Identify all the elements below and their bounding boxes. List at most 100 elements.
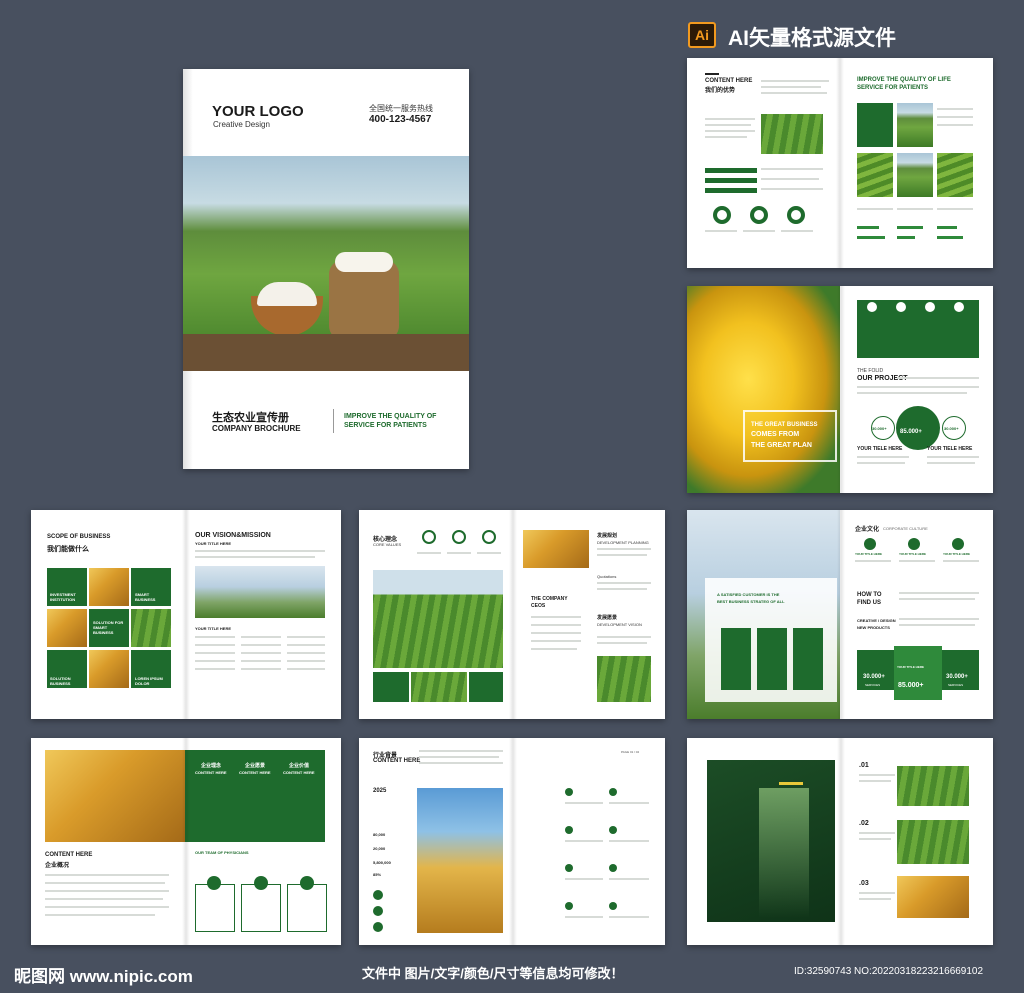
vision-cn: 发展愿景 [597, 615, 618, 621]
project-stat-left: 30.000+ [872, 426, 887, 431]
culture-banner-2: BEST BUSINESS STRATEG OF ALL [717, 599, 785, 604]
dev-photo [523, 530, 589, 568]
culture-stat-left: 30.000+ [863, 674, 885, 680]
industry-year: 2025 [373, 788, 387, 794]
scope-photo-1 [89, 568, 129, 606]
vision-en: DEVELOPMENT VISION [597, 622, 642, 627]
wheat-photo [45, 750, 185, 842]
header-title: AI矢量格式源文件 [728, 27, 896, 50]
industry-num-4: 85% [373, 872, 382, 877]
green-list-card [857, 103, 893, 147]
advantages-right-title-1: IMPROVE THE QUALITY OF LIFE [857, 77, 951, 83]
spread-project: THE GREAT BUSINESS COMES FROM THE GREAT … [687, 286, 993, 493]
heading-bar [705, 73, 719, 75]
project-stat-right: 30.000+ [944, 426, 959, 431]
quote-label: Quotations [597, 574, 617, 579]
project-stat-circle [896, 406, 940, 450]
step-2-photo [897, 820, 969, 864]
culture-stat-right: 30.000+ [946, 674, 968, 680]
spread-overview: 企业理念 CONTENT HERE 企业愿景 CONTENT HERE 企业价值… [31, 738, 341, 945]
vision-sub: YOUR TITLE HERE [195, 541, 232, 546]
overview-col-3-sub: CONTENT HERE [283, 770, 315, 775]
vision-title: OUR VISION&MISSION [195, 532, 271, 539]
footer-brand: 昵图网 www.nipic.com [14, 967, 193, 986]
creative-1: CREATIVE / DESIGN [857, 618, 896, 623]
core-green-strip-1 [373, 672, 409, 702]
dev-title-en: DEVELOPMENT PLANNING [597, 540, 649, 545]
scope-tile-2-label: SMART BUSINESS [135, 592, 156, 602]
scope-title-cn: 我们能做什么 [47, 546, 89, 553]
field-thumb-1 [897, 103, 933, 147]
creative-2: NEW PRODUCTS [857, 625, 890, 630]
bar-2 [705, 178, 757, 183]
step-2: .02 [859, 820, 869, 827]
culture-stat-center [894, 646, 942, 700]
plane-icon [779, 782, 803, 785]
scope-photo-3 [131, 609, 171, 647]
ring-1 [713, 206, 731, 224]
cover-page: YOUR LOGO Creative Design 全国统一服务热线 400-1… [183, 69, 469, 469]
core-title-en: CORE VALUES [373, 542, 402, 547]
project-label: THE FOLID [857, 368, 884, 374]
culture-services-right: SERVICES [948, 683, 964, 687]
cover-tagline-2: SERVICE FOR PATIENTS [344, 422, 427, 429]
overview-heading-en: CONTENT HERE [45, 852, 93, 858]
how-1: HOW TO [857, 592, 882, 598]
spread-advantages: CONTENT HERE 我们的优势 IMPROVE THE QUALITY O… [687, 58, 993, 268]
cover-logo: YOUR LOGO [212, 103, 304, 120]
overview-col-2-title: 企业愿景 [245, 763, 266, 769]
industry-title-en: CONTENT HERE [373, 758, 421, 764]
culture-title-en: CORPORATE CULTURE [883, 526, 928, 531]
overview-team: OUR TEAM OF PHYSICIANS [195, 850, 249, 855]
cover-tagline-1: IMPROVE THE QUALITY OF [344, 413, 437, 420]
spread-culture: A SATISFIED CUSTOMER IS THE BEST BUSINES… [687, 510, 993, 719]
advantages-right-title-2: SERVICE FOR PATIENTS [857, 85, 929, 91]
cover-hotline-label: 全国统一服务热线 [369, 104, 433, 113]
harvester-photo [417, 788, 503, 933]
culture-center-title: YOUR TITLE HERE [897, 665, 925, 669]
overview-col-3-title: 企业价值 [289, 763, 310, 769]
scope-tile-1-label: INVESTMENT INSTITUTION [50, 592, 76, 602]
ring-2 [750, 206, 768, 224]
culture-title-cn: 企业文化 [855, 527, 880, 533]
scope-photo-4 [89, 650, 129, 688]
how-2: FIND US [857, 600, 881, 606]
overview-col-2-sub: CONTENT HERE [239, 770, 271, 775]
wood-table [183, 334, 469, 371]
ai-badge: Ai [688, 22, 716, 48]
cover-title-en: COMPANY BROCHURE [212, 424, 301, 433]
industry-page-label: PAGE 01 / 02 [621, 750, 640, 754]
bar-1 [705, 168, 757, 173]
overview-col-1-sub: CONTENT HERE [195, 770, 227, 775]
step-1-photo [897, 766, 969, 806]
advantages-heading-cn: 我们的优势 [705, 88, 736, 94]
field-thumb-3 [897, 153, 933, 197]
rice-sack [329, 260, 399, 340]
culture-banner-1: A SATISFIED CUSTOMER IS THE [717, 592, 780, 597]
cover-divider [333, 409, 334, 433]
vision-sub-2: YOUR TITLE HERE [195, 626, 232, 631]
core-green-strip-2 [469, 672, 503, 702]
core-photo [373, 570, 503, 668]
cover-title-cn: 生态农业宣传册 [212, 412, 289, 424]
industry-num-2: 20,000 [373, 846, 386, 851]
cover-photo [183, 156, 469, 371]
tractor-photo [761, 114, 823, 154]
scope-photo-2 [47, 609, 87, 647]
cover-logo-sub: Creative Design [213, 120, 270, 129]
step-1: .01 [859, 762, 869, 769]
culture-col-title-1: YOUR TITLE HERE [855, 552, 883, 556]
tractor-photo-2 [597, 656, 651, 702]
spread-steps: .01 .02 .03 [687, 738, 993, 945]
vision-photo [195, 566, 325, 618]
rice-sack-top [335, 252, 393, 272]
culture-stat-center-val: 85.000+ [898, 682, 924, 689]
dev-title-cn: 发展规划 [597, 533, 618, 539]
culture-services-left: SERVICES [865, 683, 881, 687]
project-stat: 85.000+ [900, 429, 922, 435]
scope-tile-4-label: SOLUTION BUSINESS [50, 676, 71, 686]
spread-scope: SCOPE OF BUSINESS 我们能做什么 INVESTMENT INST… [31, 510, 341, 719]
scope-tile-3-label: SOLUTION FOR SMART BUSINESS [93, 620, 124, 635]
rice-mound [257, 282, 317, 306]
advantages-heading-en: CONTENT HERE [705, 78, 753, 84]
